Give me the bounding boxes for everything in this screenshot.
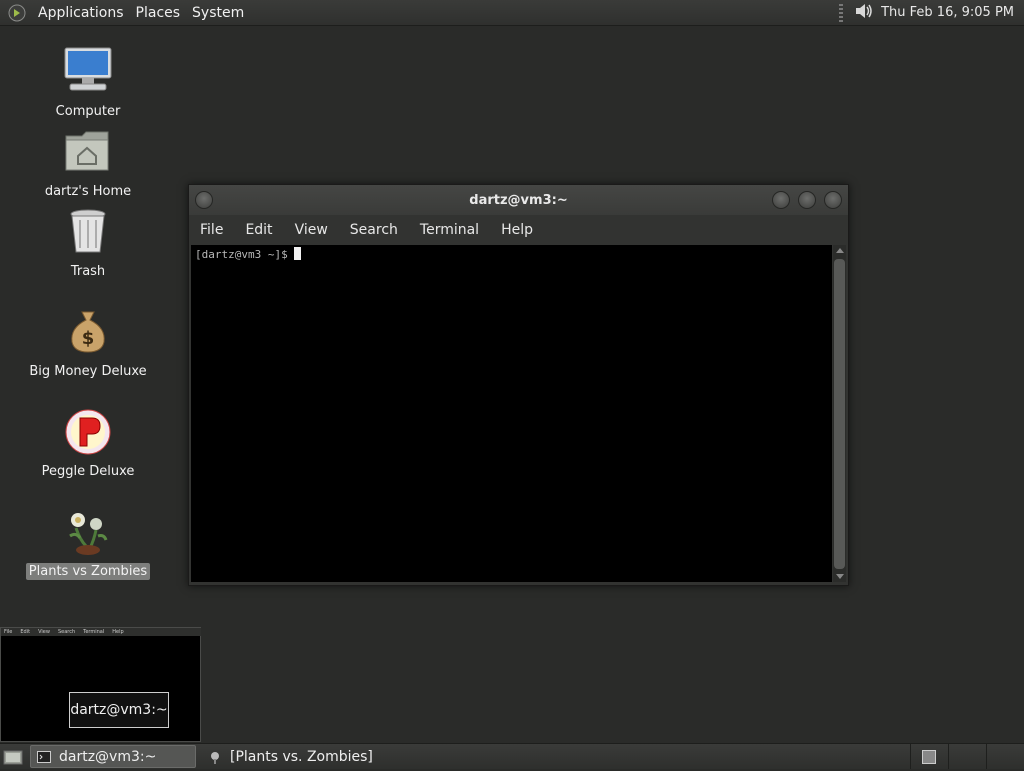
desktop-icon-label: Big Money Deluxe bbox=[29, 364, 147, 379]
top-panel: Applications Places System Thu Feb 16, 9… bbox=[0, 0, 1024, 26]
taskbar-item-plants-vs-zombies[interactable]: [Plants vs. Zombies] bbox=[202, 746, 379, 767]
minimize-button[interactable] bbox=[772, 191, 790, 209]
desktop-icon-label: Trash bbox=[70, 264, 106, 279]
panel-grip bbox=[839, 3, 844, 22]
peggle-icon bbox=[62, 406, 114, 458]
text-cursor bbox=[293, 247, 301, 260]
preview-menu-help: Help bbox=[112, 629, 124, 635]
desktop-icon-label: Computer bbox=[55, 104, 121, 119]
window-menu-button[interactable] bbox=[195, 191, 213, 209]
taskbar-item-label: dartz@vm3:~ bbox=[59, 748, 157, 765]
taskbar-item-label: [Plants vs. Zombies] bbox=[230, 748, 373, 765]
money-bag-icon: $ bbox=[62, 306, 114, 358]
menu-places[interactable]: Places bbox=[130, 5, 187, 21]
maximize-button[interactable] bbox=[798, 191, 816, 209]
menu-file[interactable]: File bbox=[189, 222, 234, 238]
preview-menu-terminal: Terminal bbox=[83, 629, 105, 635]
desktop-icon-big-money[interactable]: $ Big Money Deluxe bbox=[23, 306, 153, 380]
terminal-window[interactable]: dartz@vm3:~ File Edit View Search Termin… bbox=[188, 184, 849, 586]
preview-menubar: File Edit View Search Terminal Help bbox=[1, 628, 201, 636]
desktop-icon-home[interactable]: dartz's Home bbox=[23, 126, 153, 200]
preview-menu-search: Search bbox=[57, 629, 76, 635]
preview-menu-file: File bbox=[4, 629, 13, 635]
panel-right-area: Thu Feb 16, 9:05 PM bbox=[839, 0, 1024, 25]
preview-menu-edit: Edit bbox=[20, 629, 31, 635]
preview-menu-view: View bbox=[38, 629, 50, 635]
clock[interactable]: Thu Feb 16, 9:05 PM bbox=[881, 5, 1014, 20]
preview-tooltip: dartz@vm3:~ bbox=[69, 692, 169, 728]
volume-icon[interactable] bbox=[853, 1, 875, 25]
terminal-output[interactable]: [dartz@vm3 ~]$ bbox=[191, 245, 832, 582]
desktop-icon-trash[interactable]: Trash bbox=[23, 206, 153, 280]
terminal-scrollbar[interactable] bbox=[833, 245, 846, 582]
workspace-1[interactable] bbox=[910, 744, 948, 769]
menu-edit[interactable]: Edit bbox=[234, 222, 283, 238]
taskbar-item-terminal[interactable]: dartz@vm3:~ bbox=[30, 745, 196, 768]
terminal-line: [dartz@vm3 ~]$ bbox=[195, 247, 301, 261]
workspace-3[interactable] bbox=[986, 744, 1024, 769]
desktop-icon-label: Plants vs Zombies bbox=[25, 563, 151, 580]
computer-icon bbox=[62, 46, 114, 98]
svg-text:$: $ bbox=[82, 328, 95, 349]
desktop-icon-computer[interactable]: Computer bbox=[23, 46, 153, 120]
terminal-menubar: File Edit View Search Terminal Help bbox=[189, 215, 848, 245]
menu-terminal[interactable]: Terminal bbox=[409, 222, 490, 238]
desktop-icon-plants-vs-zombies[interactable]: Plants vs Zombies bbox=[23, 506, 153, 580]
menu-applications[interactable]: Applications bbox=[32, 5, 130, 21]
workspace-switcher bbox=[910, 744, 1024, 769]
close-button[interactable] bbox=[824, 191, 842, 209]
plants-vs-zombies-icon bbox=[62, 506, 114, 558]
terminal-icon bbox=[37, 750, 51, 763]
trash-icon bbox=[62, 206, 114, 258]
menu-system[interactable]: System bbox=[186, 5, 250, 21]
terminal-titlebar[interactable]: dartz@vm3:~ bbox=[189, 185, 848, 215]
scroll-up-arrow-icon[interactable] bbox=[836, 248, 844, 253]
desktop-icon-peggle[interactable]: Peggle Deluxe bbox=[23, 406, 153, 480]
scroll-thumb[interactable] bbox=[834, 259, 845, 569]
terminal-prompt: [dartz@vm3 ~]$ bbox=[195, 248, 288, 261]
window-preview[interactable]: File Edit View Search Terminal Help dart… bbox=[0, 627, 201, 742]
desktop-icon-label: dartz's Home bbox=[44, 184, 132, 199]
window-title: dartz@vm3:~ bbox=[469, 192, 568, 208]
home-folder-icon bbox=[62, 126, 114, 178]
menu-help[interactable]: Help bbox=[490, 222, 544, 238]
scroll-down-arrow-icon[interactable] bbox=[836, 574, 844, 579]
gnome-foot-icon[interactable] bbox=[8, 4, 26, 22]
desktop-icon-label: Peggle Deluxe bbox=[41, 464, 135, 479]
bottom-taskbar: dartz@vm3:~ [Plants vs. Zombies] bbox=[0, 743, 1024, 769]
pvz-task-icon bbox=[208, 751, 222, 764]
workspace-2[interactable] bbox=[948, 744, 986, 769]
show-desktop-icon[interactable] bbox=[2, 747, 24, 767]
menu-search[interactable]: Search bbox=[339, 222, 409, 238]
menu-view[interactable]: View bbox=[284, 222, 339, 238]
